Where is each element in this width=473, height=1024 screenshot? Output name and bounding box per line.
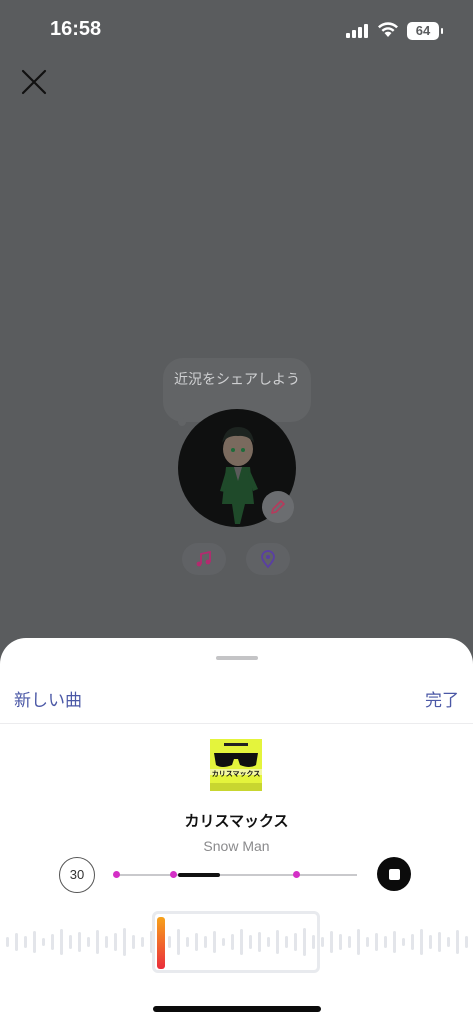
- edit-avatar-button[interactable]: [262, 491, 294, 523]
- timeline-marker: [293, 871, 300, 878]
- duration-button[interactable]: 30: [59, 857, 95, 893]
- status-time: 16:58: [50, 18, 102, 40]
- waveform-bar: [60, 929, 63, 955]
- music-note-icon: [196, 550, 211, 567]
- close-icon: [21, 69, 47, 95]
- waveform-bar: [42, 938, 45, 946]
- waveform-bar: [132, 935, 135, 949]
- waveform-bar: [141, 937, 144, 947]
- waveform-bar: [456, 930, 459, 954]
- waveform-bar: [465, 936, 468, 948]
- stop-icon: [388, 868, 400, 880]
- stop-button[interactable]: [377, 857, 411, 891]
- waveform-bar: [15, 933, 18, 951]
- waveform-bar: [420, 929, 423, 955]
- done-button[interactable]: 完了: [425, 686, 459, 711]
- waveform-bar: [33, 931, 36, 953]
- waveform-bar: [321, 937, 324, 947]
- clip-start-handle[interactable]: [157, 917, 165, 969]
- waveform-bar: [429, 935, 432, 949]
- waveform-bar: [411, 934, 414, 950]
- sheet-grabber[interactable]: [216, 656, 258, 660]
- clip-selection-window[interactable]: [152, 911, 320, 973]
- waveform-bar: [438, 932, 441, 952]
- waveform-bar: [105, 936, 108, 948]
- waveform-bar: [123, 928, 126, 956]
- location-pin-icon: [261, 550, 275, 569]
- location-button[interactable]: [246, 543, 290, 575]
- home-indicator: [153, 1006, 321, 1012]
- waveform-bar: [348, 936, 351, 948]
- waveform-bar: [402, 938, 405, 946]
- song-title: カリスマックス: [184, 812, 289, 830]
- music-picker-sheet: 新しい曲 完了 カリスマックス カリスマックス Snow Man 30: [0, 638, 473, 1024]
- playback-timeline[interactable]: [113, 871, 357, 878]
- waveform-bar: [357, 929, 360, 955]
- album-art: カリスマックス: [210, 739, 262, 791]
- close-button[interactable]: [18, 66, 50, 98]
- status-bar: 16:58 64: [0, 0, 473, 60]
- bubble-tail: [178, 418, 186, 426]
- bubble-text: 近況をシェアしよう: [174, 372, 300, 388]
- song-artist: Snow Man: [203, 838, 270, 854]
- waveform-bar: [96, 930, 99, 954]
- timeline-marker: [113, 871, 120, 878]
- timeline-progress: [178, 873, 220, 877]
- cellular-signal-icon: [346, 24, 368, 38]
- waveform-bar: [447, 937, 450, 947]
- new-song-button[interactable]: 新しい曲: [14, 686, 82, 711]
- waveform-bar: [393, 931, 396, 953]
- waveform-bar: [51, 934, 54, 950]
- waveform-bar: [384, 936, 387, 948]
- waveform-bar: [339, 934, 342, 950]
- waveform-bar: [366, 937, 369, 947]
- waveform-bar: [87, 937, 90, 947]
- waveform-bar: [78, 932, 81, 952]
- pencil-icon: [271, 500, 285, 514]
- waveform-bar: [330, 931, 333, 953]
- waveform-bar: [375, 933, 378, 951]
- waveform-bar: [24, 936, 27, 948]
- wifi-icon: [378, 22, 398, 37]
- waveform-bar: [114, 933, 117, 951]
- divider: [0, 723, 473, 724]
- waveform-bar: [6, 937, 9, 947]
- album-art-text: カリスマックス: [211, 770, 261, 778]
- timeline-marker: [170, 871, 177, 878]
- waveform-bar: [69, 935, 72, 949]
- battery-icon: 64: [407, 22, 443, 40]
- music-button[interactable]: [182, 543, 226, 575]
